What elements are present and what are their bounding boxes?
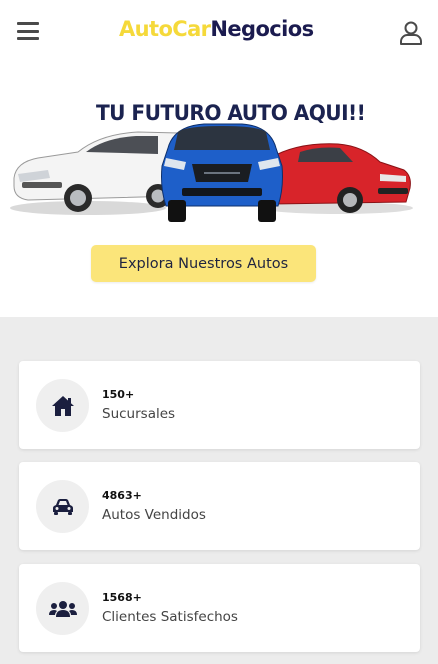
stat-number: 150+ [102,388,135,401]
white-suv-image [13,131,184,212]
explore-cars-button[interactable]: Explora Nuestros Autos [91,245,316,282]
stat-icon-circle [36,480,89,533]
home-icon [51,395,74,416]
stat-card-branches: 150+ Sucursales [19,361,420,449]
stat-label: Autos Vendidos [102,507,206,523]
brand-part-negocios: Negocios [210,17,314,41]
brand-part-auto-car: AutoCar [119,17,211,41]
stat-label: Clientes Satisfechos [102,609,238,625]
brand-logo[interactable]: AutoCarNegocios [119,17,314,41]
stat-number: 1568+ [102,591,142,604]
stat-card-cars-sold: 4863+ Autos Vendidos [19,462,420,550]
red-suv-image [269,143,411,213]
stat-icon-circle [36,379,89,432]
users-icon [48,600,77,617]
user-icon[interactable] [398,20,424,46]
stat-label: Sucursales [102,406,176,422]
stat-number: 4863+ [102,489,142,502]
blue-suv-image [161,123,283,222]
car-icon [52,498,73,515]
stat-card-customers: 1568+ Clientes Satisfechos [19,564,420,652]
hero-cars-image [10,123,413,222]
top-navbar: AutoCarNegocios [0,0,438,64]
hamburger-icon[interactable] [17,22,39,42]
stats-section: 150+ Sucursales 4863+ Autos Vendidos 156… [0,317,438,664]
stat-icon-circle [36,582,89,635]
